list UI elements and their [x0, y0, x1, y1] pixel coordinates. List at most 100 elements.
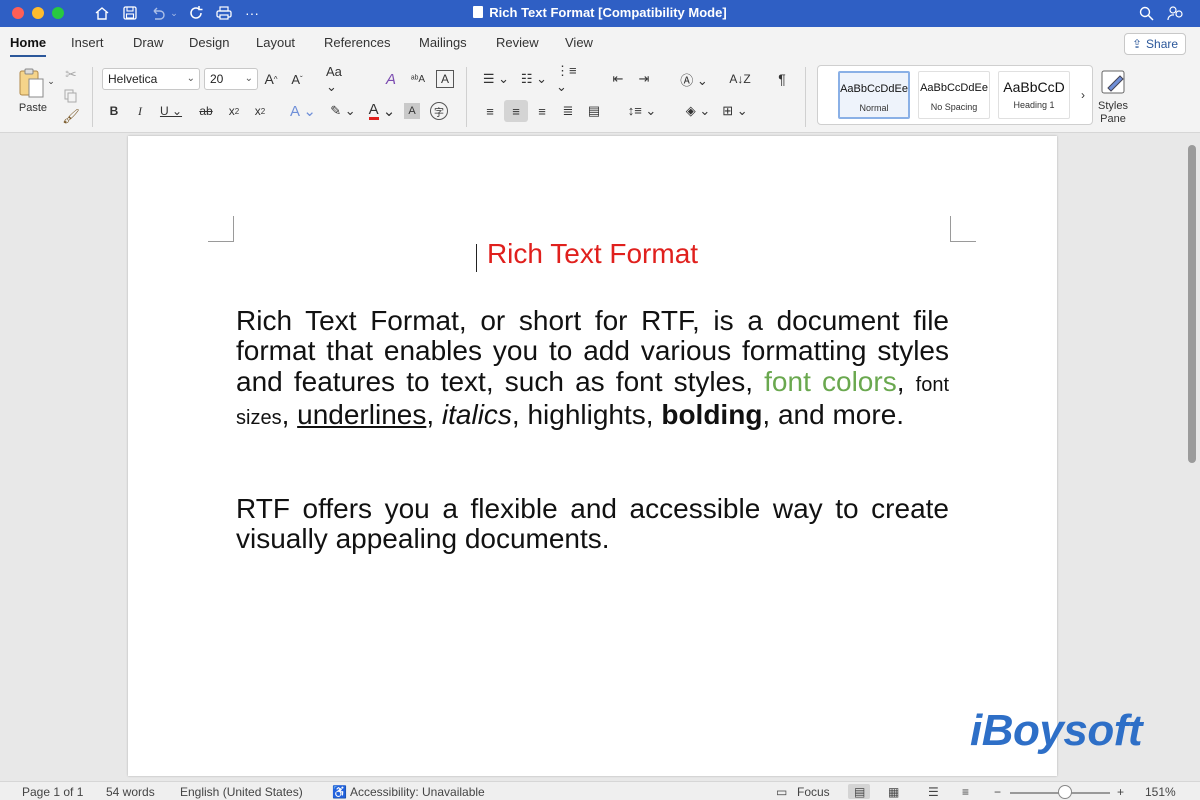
- tab-mailings[interactable]: Mailings: [419, 35, 467, 50]
- zoom-out-button[interactable]: −: [994, 785, 1001, 799]
- margin-marker-top-left: [208, 216, 234, 242]
- multilevel-list-button[interactable]: ⋮≡ ⌄: [556, 63, 590, 94]
- margin-marker-top-right: [950, 216, 976, 242]
- styles-pane-icon[interactable]: [1098, 67, 1130, 97]
- paste-label: Paste: [18, 102, 48, 114]
- character-shading-icon[interactable]: A: [404, 103, 420, 119]
- zoom-in-button[interactable]: +: [1117, 785, 1124, 799]
- underline-button[interactable]: U ⌄: [156, 101, 186, 121]
- copy-icon[interactable]: [62, 87, 80, 105]
- numbering-button[interactable]: ☷ ⌄: [518, 70, 550, 88]
- separator: [92, 67, 93, 127]
- zoom-slider-thumb[interactable]: [1058, 785, 1072, 799]
- strikethrough-button[interactable]: ab: [196, 101, 216, 121]
- accessibility-status[interactable]: Accessibility: Unavailable: [350, 785, 485, 799]
- justify-button[interactable]: ≣: [558, 101, 578, 121]
- ribbon-home: ⌄ Paste ✂ 🖌 Helvetica ⌄ 20 ⌄ A ^ Aˇ Aa ⌄ A …: [0, 61, 1200, 133]
- window-title: Rich Text Format [Compatibility Mode]: [0, 5, 1200, 20]
- language-indicator[interactable]: English (United States): [180, 785, 303, 799]
- draft-view-icon[interactable]: ≡: [962, 785, 969, 799]
- print-layout-icon: ▤: [854, 785, 866, 799]
- text-cursor: [476, 244, 477, 272]
- format-painter-icon[interactable]: 🖌: [62, 107, 80, 125]
- tab-references[interactable]: References: [324, 35, 390, 50]
- italic-button[interactable]: I: [130, 101, 150, 121]
- font-name-select[interactable]: Helvetica ⌄: [102, 68, 200, 90]
- shrink-font-icon[interactable]: Aˇ: [288, 70, 306, 88]
- chevron-down-icon: ⌄: [186, 73, 195, 84]
- focus-icon: ▭: [776, 785, 788, 799]
- share-button[interactable]: ⇪ Share: [1124, 33, 1186, 55]
- font-size-select[interactable]: 20 ⌄: [204, 68, 258, 90]
- align-left-button[interactable]: ≡: [480, 101, 500, 121]
- ribbon-tabs: Home Insert Draw Design Layout Reference…: [0, 27, 1200, 61]
- tab-insert[interactable]: Insert: [71, 35, 104, 50]
- change-case-icon[interactable]: Aa ⌄: [326, 64, 356, 94]
- styles-gallery: AaBbCcDdEe Normal AaBbCcDdEe No Spacing …: [817, 65, 1093, 125]
- page-count[interactable]: Page 1 of 1: [22, 785, 83, 799]
- document-paragraph-1[interactable]: Rich Text Format, or short for RTF, is a…: [236, 305, 949, 434]
- share-icon: ⇪: [1131, 37, 1143, 51]
- shading-button[interactable]: ◈ ⌄: [682, 101, 714, 121]
- document-title[interactable]: Rich Text Format: [236, 238, 949, 270]
- style-normal[interactable]: AaBbCcDdEe Normal: [838, 71, 910, 119]
- style-heading-1[interactable]: AaBbCcD Heading 1: [998, 71, 1070, 119]
- subscript-button[interactable]: x2: [224, 101, 244, 121]
- clear-formatting-icon[interactable]: A: [380, 70, 402, 88]
- bold-text: bolding: [661, 399, 763, 431]
- tab-review[interactable]: Review: [496, 35, 539, 50]
- sort-icon[interactable]: A↓Z: [728, 70, 752, 88]
- distributed-button[interactable]: ▤: [584, 101, 604, 121]
- grow-font-icon[interactable]: A ^: [262, 70, 280, 88]
- show-formatting-marks-icon[interactable]: ¶: [772, 70, 792, 88]
- document-icon: [473, 6, 484, 18]
- enclose-characters-icon[interactable]: 字: [430, 102, 448, 120]
- styles-next-icon[interactable]: ›: [1076, 86, 1090, 104]
- tab-draw[interactable]: Draw: [133, 35, 163, 50]
- align-right-button[interactable]: ≡: [532, 101, 552, 121]
- tab-home[interactable]: Home: [10, 35, 47, 57]
- borders-button[interactable]: ⊞ ⌄: [718, 101, 752, 121]
- phonetic-guide-icon[interactable]: ᵃᵇA: [408, 70, 428, 88]
- cut-icon[interactable]: ✂: [62, 65, 80, 83]
- style-no-spacing[interactable]: AaBbCcDdEe No Spacing: [918, 71, 990, 119]
- italic-text: italics: [441, 399, 512, 431]
- document-paragraph-2[interactable]: RTF offers you a flexible and accessible…: [236, 493, 949, 555]
- separator: [805, 67, 806, 127]
- align-center-button[interactable]: ≡: [504, 100, 528, 122]
- bullets-button[interactable]: ☰ ⌄: [480, 70, 512, 88]
- asian-layout-button[interactable]: Ⓐ ⌄: [676, 70, 712, 88]
- accessibility-icon: ♿: [332, 785, 347, 799]
- bold-button[interactable]: B: [104, 101, 124, 121]
- chevron-down-icon: ⌄: [244, 73, 253, 84]
- separator: [466, 67, 467, 127]
- watermark-logo: iBoysoft: [970, 706, 1143, 755]
- decrease-indent-icon[interactable]: ⇤: [608, 70, 628, 88]
- zoom-level[interactable]: 151%: [1145, 785, 1176, 799]
- search-icon[interactable]: [1136, 3, 1156, 23]
- word-count[interactable]: 54 words: [106, 785, 155, 799]
- focus-button[interactable]: Focus: [797, 785, 830, 799]
- font-color-button[interactable]: A ⌄: [366, 101, 398, 121]
- green-text: font colors: [764, 365, 897, 397]
- text-effects-button[interactable]: A ⌄: [288, 101, 318, 121]
- tab-layout[interactable]: Layout: [256, 35, 295, 50]
- title-bar: ⌄ ··· Rich Text Format [Compatibility Mo…: [0, 0, 1200, 27]
- paste-dropdown-icon[interactable]: ⌄: [46, 75, 56, 87]
- outline-view-icon[interactable]: ☰: [928, 785, 939, 799]
- line-spacing-button[interactable]: ↕≡ ⌄: [624, 101, 660, 121]
- document-page[interactable]: [128, 136, 1057, 776]
- tab-design[interactable]: Design: [189, 35, 229, 50]
- character-border-icon[interactable]: A: [436, 70, 454, 88]
- highlight-color-button[interactable]: ✎ ⌄: [328, 101, 358, 121]
- web-layout-icon[interactable]: ▦: [888, 785, 899, 799]
- tab-view[interactable]: View: [565, 35, 593, 50]
- account-icon[interactable]: [1164, 3, 1188, 23]
- superscript-button[interactable]: x2: [250, 101, 270, 121]
- styles-pane-label-2[interactable]: Pane: [1090, 112, 1136, 126]
- underlined-text: underlines: [297, 399, 427, 431]
- styles-pane-label-1[interactable]: Styles: [1090, 99, 1136, 113]
- status-bar: Page 1 of 1 54 words English (United Sta…: [0, 781, 1200, 800]
- vertical-scrollbar[interactable]: [1188, 145, 1196, 463]
- increase-indent-icon[interactable]: ⇥: [634, 70, 654, 88]
